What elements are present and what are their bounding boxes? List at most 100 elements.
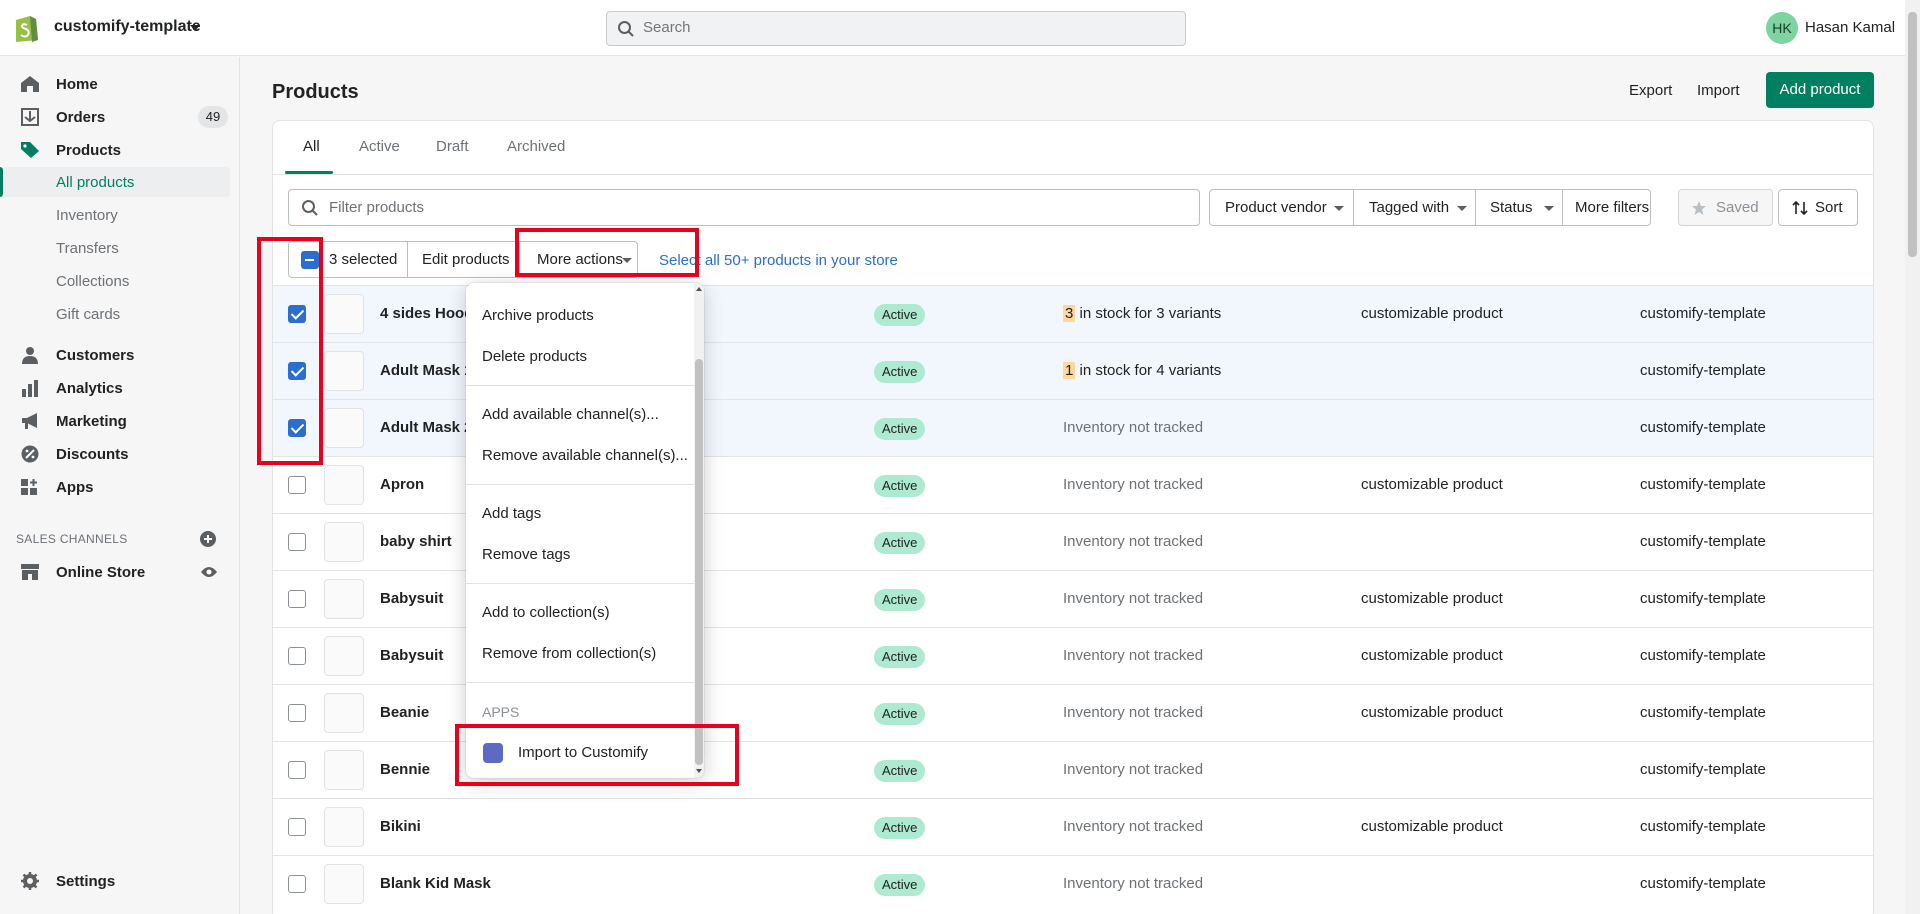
more-filters-button[interactable]: More filters bbox=[1562, 189, 1651, 226]
search-bar[interactable] bbox=[606, 11, 1186, 46]
status-badge: Active bbox=[874, 532, 926, 554]
table-row[interactable]: Blank Kid Mask Active Inventory not tracke… bbox=[273, 855, 1873, 912]
sidebar-item-transfers[interactable]: Transfers bbox=[0, 233, 230, 263]
sidebar-item-collections[interactable]: Collections bbox=[0, 266, 230, 296]
product-name[interactable]: Bennie bbox=[380, 761, 430, 778]
product-name[interactable]: Apron bbox=[380, 476, 424, 493]
search-icon bbox=[302, 200, 318, 216]
product-thumbnail[interactable] bbox=[324, 807, 364, 847]
status-badge: Active bbox=[874, 874, 926, 896]
bar-chart-icon bbox=[22, 380, 38, 397]
store-name[interactable]: customify-template bbox=[54, 18, 201, 36]
product-name[interactable]: baby shirt bbox=[380, 533, 452, 550]
product-name[interactable]: Bikini bbox=[380, 818, 421, 835]
sidebar-item-online-store[interactable]: Online Store bbox=[0, 556, 230, 588]
product-thumbnail[interactable] bbox=[324, 522, 364, 562]
row-checkbox[interactable] bbox=[288, 476, 306, 494]
product-name[interactable]: Beanie bbox=[380, 704, 429, 721]
remove-from-collection-item[interactable]: Remove from collection(s) bbox=[482, 645, 656, 662]
import-button[interactable]: Import bbox=[1697, 82, 1740, 99]
product-name[interactable]: Babysuit bbox=[380, 647, 443, 664]
sidebar-item-orders[interactable]: Orders 49 bbox=[0, 101, 230, 133]
user-name[interactable]: Hasan Kamal bbox=[1805, 19, 1895, 36]
sidebar-item-inventory[interactable]: Inventory bbox=[0, 200, 230, 230]
product-name[interactable]: Blank Kid Mask bbox=[380, 875, 491, 892]
saved-button[interactable]: Saved bbox=[1678, 189, 1773, 226]
row-checkbox[interactable] bbox=[288, 818, 306, 836]
add-product-button[interactable]: Add product bbox=[1766, 72, 1874, 108]
sidebar-item-settings[interactable]: Settings bbox=[0, 865, 230, 897]
product-vendor-filter[interactable]: Product vendor bbox=[1209, 189, 1354, 226]
sidebar-item-all-products[interactable]: All products bbox=[0, 167, 230, 197]
product-name[interactable]: Adult Mask 1 bbox=[380, 362, 473, 379]
product-thumbnail[interactable] bbox=[324, 864, 364, 904]
filter-products-input[interactable]: Filter products bbox=[288, 189, 1200, 226]
tab-active[interactable]: Active bbox=[359, 138, 400, 155]
sidebar-item-analytics[interactable]: Analytics bbox=[0, 372, 230, 404]
avatar[interactable]: HK bbox=[1766, 12, 1798, 44]
product-name[interactable]: Babysuit bbox=[380, 590, 443, 607]
sidebar-item-gift-cards[interactable]: Gift cards bbox=[0, 299, 230, 329]
top-bar: customify-template HK Hasan Kamal bbox=[0, 0, 1905, 56]
row-checkbox[interactable] bbox=[288, 647, 306, 665]
sort-button[interactable]: Sort bbox=[1778, 189, 1858, 226]
row-checkbox[interactable] bbox=[288, 533, 306, 551]
sidebar-item-marketing[interactable]: Marketing bbox=[0, 405, 230, 437]
sidebar-item-apps[interactable]: Apps bbox=[0, 471, 230, 503]
sidebar-item-customers[interactable]: Customers bbox=[0, 339, 230, 371]
row-checkbox[interactable] bbox=[288, 761, 306, 779]
remove-channels-item[interactable]: Remove available channel(s)... bbox=[482, 447, 688, 464]
remove-tags-item[interactable]: Remove tags bbox=[482, 546, 570, 563]
product-thumbnail[interactable] bbox=[324, 750, 364, 790]
store-caret-icon[interactable] bbox=[190, 25, 200, 31]
add-tags-item[interactable]: Add tags bbox=[482, 505, 541, 522]
discount-icon bbox=[21, 445, 39, 463]
product-thumbnail[interactable] bbox=[324, 351, 364, 391]
product-type: customizable product bbox=[1361, 647, 1503, 664]
product-thumbnail[interactable] bbox=[324, 579, 364, 619]
add-sales-channel-icon[interactable] bbox=[200, 531, 216, 547]
add-channels-item[interactable]: Add available channel(s)... bbox=[482, 406, 659, 423]
add-to-collection-item[interactable]: Add to collection(s) bbox=[482, 604, 610, 621]
archive-products-item[interactable]: Archive products bbox=[482, 307, 594, 324]
export-button[interactable]: Export bbox=[1629, 82, 1672, 99]
product-vendor: customify-template bbox=[1640, 305, 1766, 322]
product-thumbnail[interactable] bbox=[324, 636, 364, 676]
stock-text: in stock for 3 variants bbox=[1075, 305, 1222, 322]
product-thumbnail[interactable] bbox=[324, 408, 364, 448]
eye-icon[interactable] bbox=[200, 565, 218, 579]
product-name[interactable]: Adult Mask 2 bbox=[380, 419, 473, 436]
product-thumbnail[interactable] bbox=[324, 465, 364, 505]
inventory-status: Inventory not tracked bbox=[1063, 704, 1204, 721]
tagged-with-filter[interactable]: Tagged with bbox=[1353, 189, 1476, 226]
table-row[interactable]: Bikini Active Inventory not tracked customi… bbox=[273, 798, 1873, 855]
scroll-up-icon[interactable] bbox=[696, 287, 702, 291]
product-vendor: customify-template bbox=[1640, 533, 1766, 550]
tab-all[interactable]: All bbox=[303, 138, 320, 155]
inventory-status: Inventory not tracked bbox=[1063, 647, 1204, 664]
tab-archived[interactable]: Archived bbox=[507, 138, 565, 155]
status-filter[interactable]: Status bbox=[1475, 189, 1563, 226]
star-icon bbox=[1692, 201, 1706, 215]
search-input[interactable] bbox=[643, 19, 1163, 36]
shopify-logo-icon[interactable] bbox=[12, 12, 40, 44]
edit-products-button[interactable]: Edit products bbox=[407, 241, 520, 278]
row-checkbox[interactable] bbox=[288, 590, 306, 608]
delete-products-item[interactable]: Delete products bbox=[482, 348, 587, 365]
sidebar-item-products[interactable]: Products bbox=[0, 134, 230, 166]
product-thumbnail[interactable] bbox=[324, 294, 364, 334]
product-type: customizable product bbox=[1361, 704, 1503, 721]
page-scrollbar-thumb[interactable] bbox=[1908, 12, 1917, 257]
sidebar-item-discounts[interactable]: Discounts bbox=[0, 438, 230, 470]
status-badge: Active bbox=[874, 589, 926, 611]
tab-draft[interactable]: Draft bbox=[436, 138, 469, 155]
row-checkbox[interactable] bbox=[288, 875, 306, 893]
sidebar: Home Orders 49 Products All products Inv… bbox=[0, 57, 240, 914]
product-thumbnail[interactable] bbox=[324, 693, 364, 733]
sidebar-item-label: Orders bbox=[56, 109, 106, 126]
product-vendor: customify-template bbox=[1640, 647, 1766, 664]
stock-count: 1 bbox=[1063, 362, 1076, 379]
menu-scrollbar-thumb[interactable] bbox=[695, 359, 703, 765]
sidebar-item-home[interactable]: Home bbox=[0, 68, 230, 100]
row-checkbox[interactable] bbox=[288, 704, 306, 722]
